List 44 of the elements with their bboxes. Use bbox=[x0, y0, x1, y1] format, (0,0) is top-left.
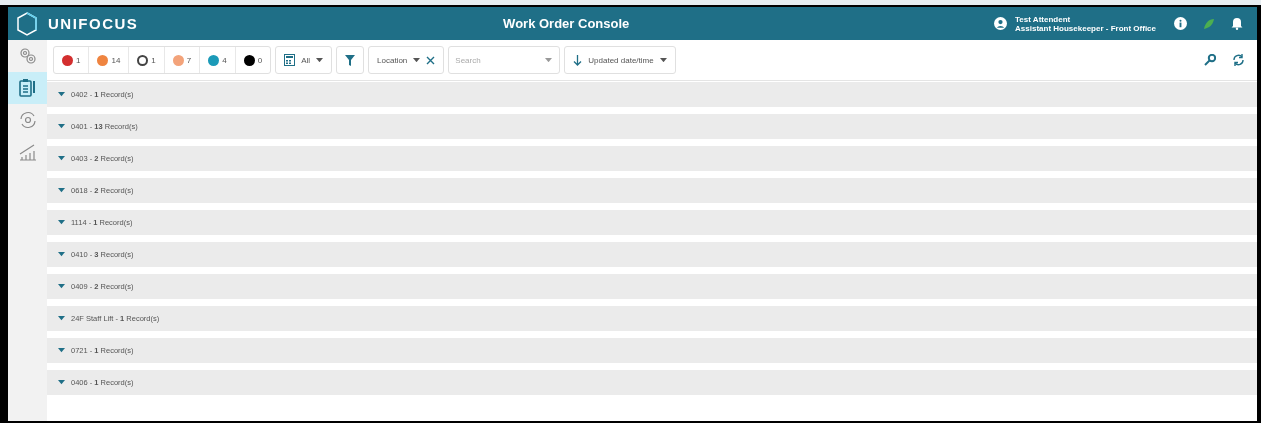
search-field[interactable]: Search bbox=[448, 46, 561, 74]
close-icon[interactable] bbox=[426, 55, 436, 65]
caret-icon bbox=[58, 92, 65, 97]
arrow-down-icon bbox=[573, 54, 583, 66]
user-role: Assistant Housekeeper - Front Office bbox=[1015, 23, 1156, 33]
key-icon[interactable] bbox=[1204, 54, 1216, 66]
caret-icon bbox=[58, 188, 65, 193]
caret-icon bbox=[58, 284, 65, 289]
info-icon[interactable] bbox=[1174, 17, 1187, 30]
caret-icon bbox=[316, 57, 324, 63]
user-icon[interactable] bbox=[994, 17, 1008, 30]
user-name: Test Attendent bbox=[1015, 14, 1072, 24]
caret-icon bbox=[58, 316, 65, 321]
location-dropdown[interactable]: Location bbox=[368, 46, 445, 74]
status-counter[interactable]: 0 bbox=[234, 47, 271, 73]
status-counter[interactable]: 7 bbox=[163, 47, 200, 73]
gears-icon bbox=[17, 46, 38, 66]
page-title: Work Order Console bbox=[502, 16, 631, 31]
status-counter[interactable]: 4 bbox=[199, 47, 235, 73]
chart-icon bbox=[17, 142, 38, 162]
filter-button[interactable] bbox=[336, 46, 365, 74]
status-counter[interactable]: 1 bbox=[128, 47, 164, 73]
refresh-icon bbox=[17, 110, 38, 130]
caret-icon bbox=[58, 380, 65, 385]
caret-icon bbox=[58, 124, 65, 129]
clipboard-icon bbox=[18, 78, 37, 98]
bell-icon[interactable] bbox=[1231, 17, 1243, 30]
caret-icon bbox=[58, 156, 65, 161]
category-dropdown[interactable]: All bbox=[275, 46, 333, 74]
caret-icon bbox=[545, 58, 553, 63]
caret-icon bbox=[659, 57, 667, 63]
caret-icon bbox=[58, 220, 65, 225]
caret-icon bbox=[58, 348, 65, 353]
refresh-icon[interactable] bbox=[1232, 54, 1245, 66]
calculator-icon bbox=[284, 54, 296, 66]
sort-dropdown[interactable]: Updated date/time bbox=[564, 46, 676, 74]
status-counter[interactable]: 1 bbox=[54, 47, 89, 73]
sidebar-item[interactable] bbox=[8, 72, 47, 104]
caret-icon bbox=[413, 57, 421, 63]
brand-name: UNIFOCUS bbox=[48, 15, 139, 32]
logo-icon bbox=[16, 11, 38, 36]
status-counter[interactable]: 14 bbox=[88, 47, 129, 73]
caret-icon bbox=[58, 252, 65, 257]
filter-icon bbox=[345, 54, 356, 66]
